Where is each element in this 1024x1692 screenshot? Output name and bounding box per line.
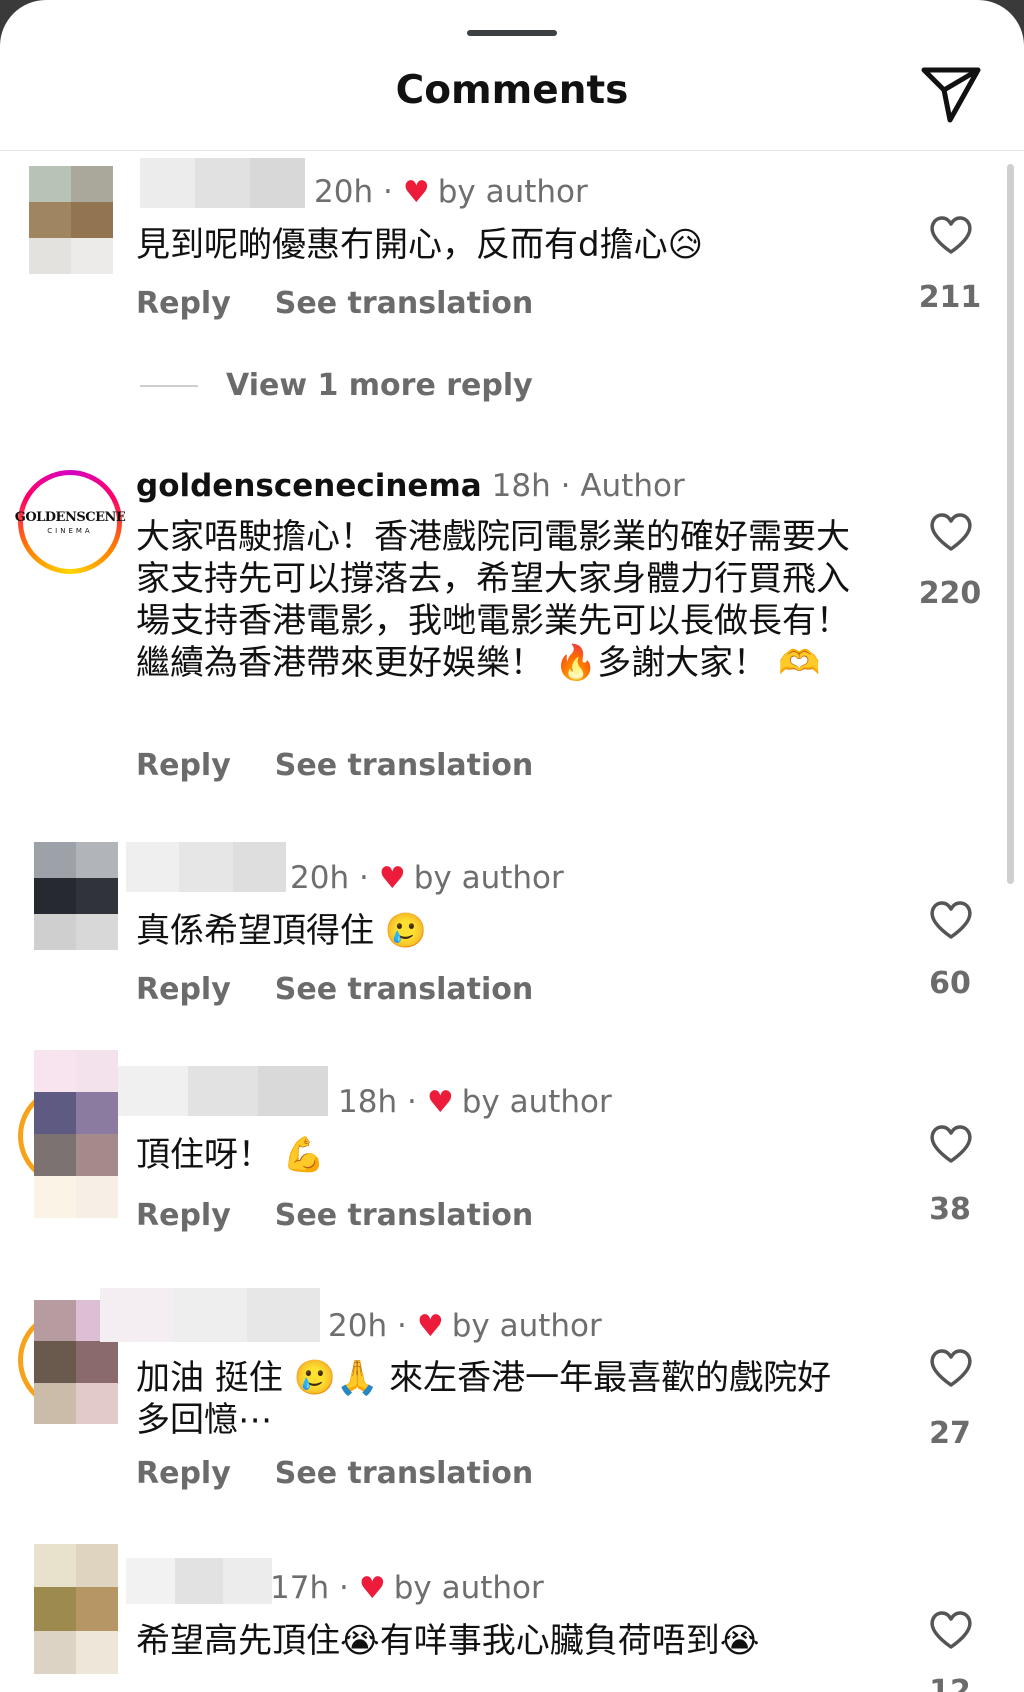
- avatar[interactable]: [34, 842, 118, 950]
- comment-time: 18h · Author: [491, 468, 685, 504]
- avatar[interactable]: [34, 1050, 118, 1218]
- by-author-label: by author: [461, 1084, 612, 1120]
- username-blurred[interactable]: [126, 842, 286, 892]
- comment-text: 大家唔駛擔心！香港戲院同電影業的確好需要大家支持先可以撐落去，希望大家身體力行買…: [136, 517, 850, 683]
- like-count: 211: [918, 280, 982, 315]
- heart-filled-icon: ♥: [402, 174, 430, 210]
- comment-meta: goldenscenecinema 18h · Author: [136, 468, 685, 504]
- heart-outline-icon[interactable]: [928, 898, 974, 940]
- drag-handle[interactable]: [467, 30, 557, 36]
- comment-meta: 20h · ♥ by author: [314, 174, 588, 210]
- header-divider: [0, 150, 1024, 151]
- by-author-label: by author: [393, 1570, 544, 1606]
- reply-button[interactable]: Reply: [136, 1198, 231, 1233]
- comment-meta: 17h · ♥ by author: [270, 1570, 544, 1606]
- comment-time: 17h ·: [270, 1570, 349, 1606]
- see-translation-button[interactable]: See translation: [275, 286, 533, 321]
- reply-button[interactable]: Reply: [136, 748, 231, 783]
- scrollbar[interactable]: [1007, 164, 1014, 884]
- comment-text: 見到呢啲優惠冇開心，反而有d擔心😥: [136, 225, 704, 265]
- see-translation-button[interactable]: See translation: [275, 1198, 533, 1233]
- comment-meta: 20h · ♥ by author: [290, 860, 564, 896]
- like-count: 220: [918, 576, 982, 611]
- reply-button[interactable]: Reply: [136, 972, 231, 1007]
- heart-filled-icon: ♥: [416, 1308, 444, 1344]
- logo-text: GOLDENSCENE: [14, 509, 126, 525]
- heart-filled-icon: ♥: [358, 1570, 386, 1606]
- page-title: Comments: [395, 68, 629, 113]
- comment-actions: Reply See translation: [136, 972, 533, 1007]
- by-author-label: by author: [451, 1308, 602, 1344]
- comment-text: 希望高先頂住😭有咩事我心臟負荷唔到😭: [136, 1621, 760, 1661]
- heart-outline-icon[interactable]: [928, 1346, 974, 1388]
- heart-filled-icon: ♥: [378, 860, 406, 896]
- logo-subtext: CINEMA: [47, 526, 93, 535]
- comment-time: 20h ·: [290, 860, 369, 896]
- comment-actions: Reply See translation: [136, 748, 533, 783]
- heart-outline-icon[interactable]: [928, 1122, 974, 1164]
- send-icon[interactable]: [920, 64, 982, 124]
- thread-line: [140, 384, 198, 387]
- comments-sheet: Comments 20h · ♥ by author 見到呢啲優惠冇開心，反而有…: [0, 0, 1024, 1692]
- by-author-label: by author: [437, 174, 588, 210]
- like-count: 12: [929, 1674, 971, 1692]
- username-blurred[interactable]: [118, 1066, 328, 1116]
- like-count: 60: [929, 966, 971, 1001]
- comment-text: 真係希望頂得住 🥲: [136, 911, 428, 951]
- see-translation-button[interactable]: See translation: [275, 748, 533, 783]
- comment-actions: Reply See translation: [136, 286, 533, 321]
- like-count: 38: [929, 1192, 971, 1227]
- heart-outline-icon[interactable]: [928, 213, 974, 255]
- see-translation-button[interactable]: See translation: [275, 1456, 533, 1491]
- see-translation-button[interactable]: See translation: [275, 972, 533, 1007]
- reply-button[interactable]: Reply: [136, 286, 231, 321]
- comment-actions: Reply See translation: [136, 1456, 533, 1491]
- comment-time: 20h ·: [328, 1308, 407, 1344]
- username-blurred[interactable]: [100, 1288, 320, 1342]
- avatar[interactable]: [34, 1544, 118, 1674]
- by-author-label: by author: [413, 860, 564, 896]
- comment-time: 20h ·: [314, 174, 393, 210]
- reply-button[interactable]: Reply: [136, 1456, 231, 1491]
- comment-meta: 20h · ♥ by author: [328, 1308, 602, 1344]
- comment-text: 頂住呀！ 💪: [136, 1135, 326, 1175]
- username[interactable]: goldenscenecinema: [136, 468, 482, 504]
- view-more-replies[interactable]: View 1 more reply: [140, 368, 533, 403]
- heart-outline-icon[interactable]: [928, 1608, 974, 1650]
- avatar[interactable]: [29, 166, 113, 274]
- golden-scene-logo: GOLDENSCENE CINEMA: [15, 475, 126, 569]
- comment-meta: 18h · ♥ by author: [338, 1084, 612, 1120]
- view-more-label: View 1 more reply: [226, 368, 533, 403]
- username-blurred[interactable]: [126, 1558, 273, 1604]
- username-blurred[interactable]: [140, 158, 305, 208]
- comment-actions: Reply See translation: [136, 1198, 533, 1233]
- avatar[interactable]: GOLDENSCENE CINEMA: [15, 470, 126, 574]
- comment-time: 18h ·: [338, 1084, 417, 1120]
- comment-text: 加油 挺住 🥲🙏 來左香港一年最喜歡的戲院好多回憶⋯: [136, 1358, 832, 1440]
- like-count: 27: [929, 1416, 971, 1451]
- heart-outline-icon[interactable]: [928, 510, 974, 552]
- heart-filled-icon: ♥: [426, 1084, 454, 1120]
